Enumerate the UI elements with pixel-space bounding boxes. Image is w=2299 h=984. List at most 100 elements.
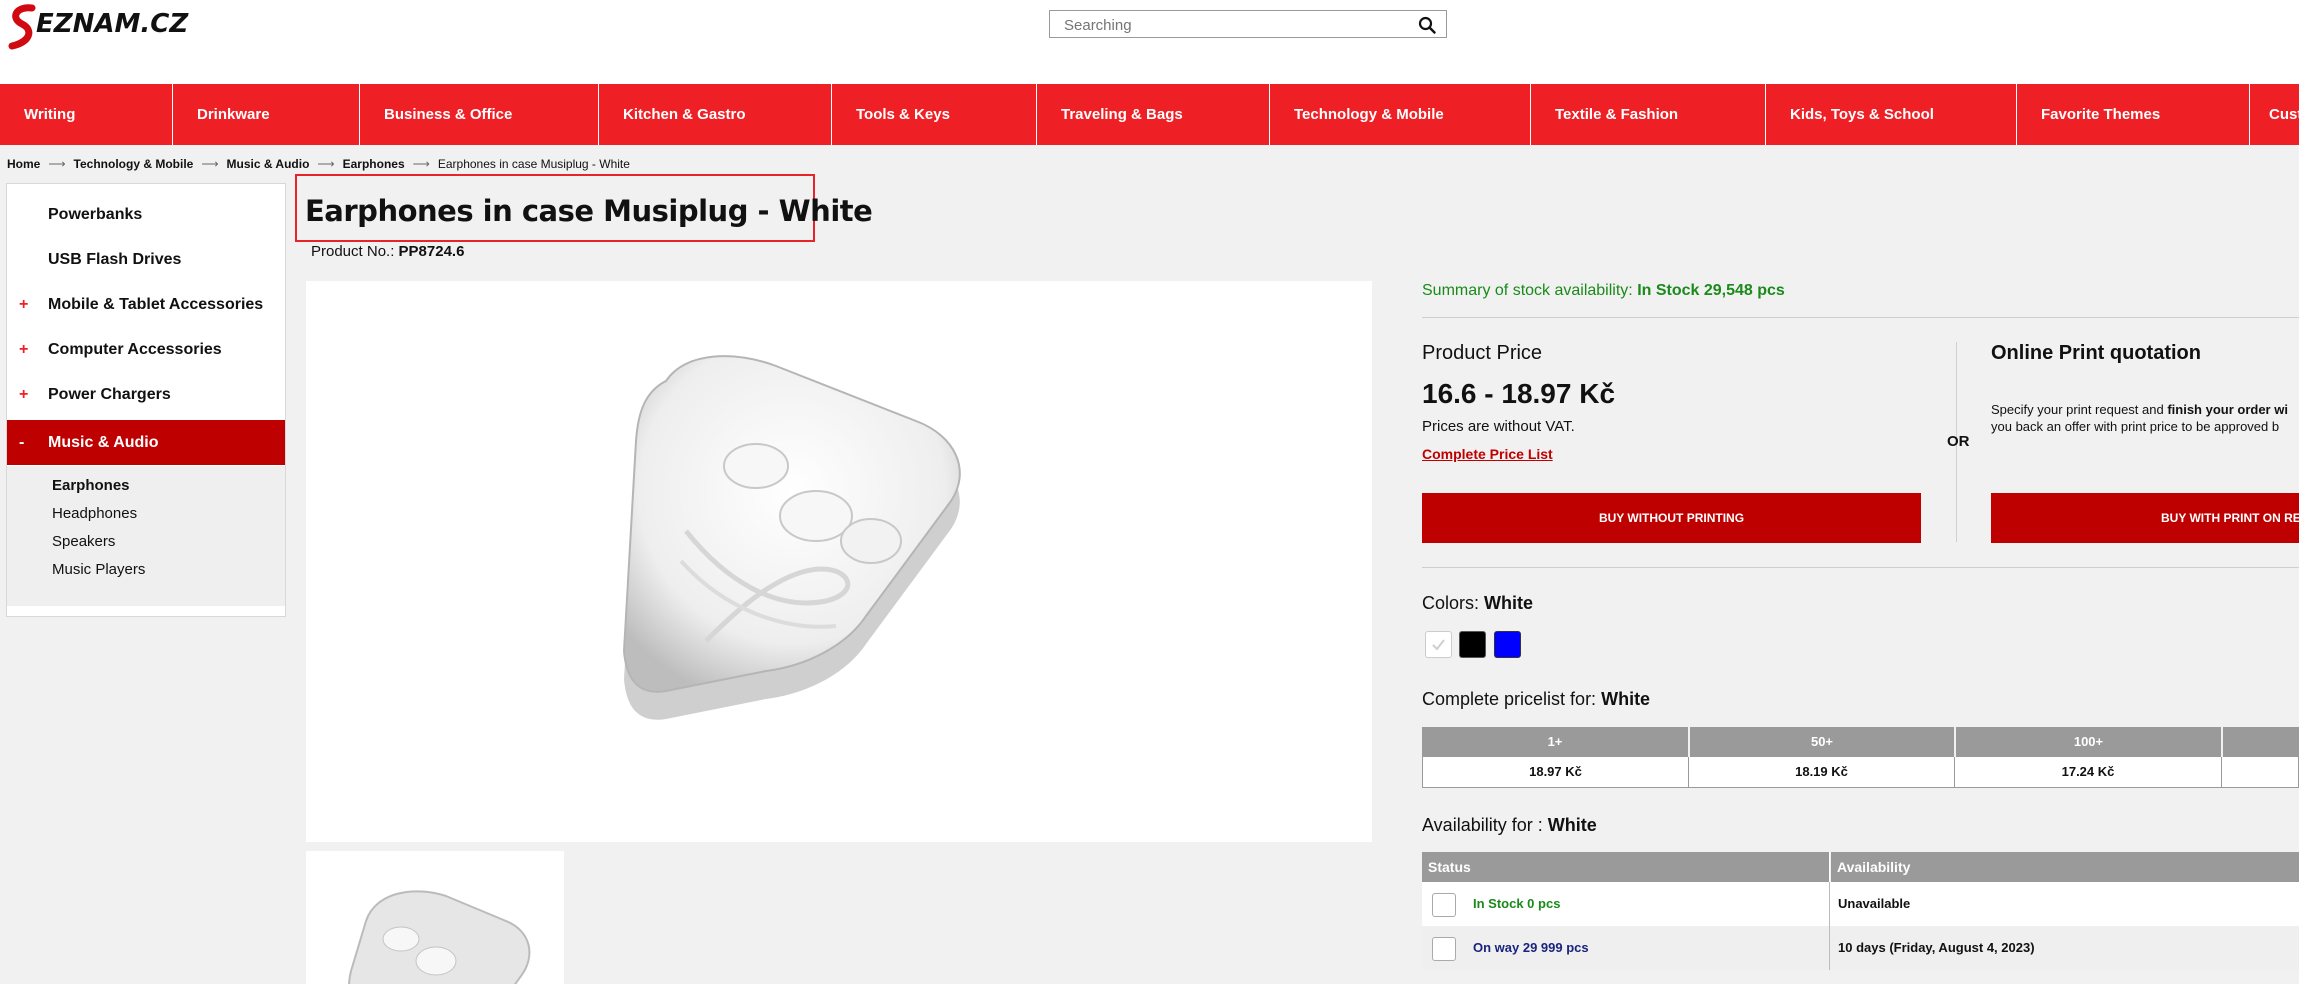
price-label: Product Price (1422, 342, 1543, 364)
color-swatch-white[interactable] (1425, 631, 1452, 658)
earphones-case-image (622, 355, 961, 720)
availability-label: Availability for : White (1422, 815, 1597, 836)
product-number-label: Product No.: (311, 243, 395, 260)
product-main-image[interactable] (306, 281, 1372, 842)
availability-status-cell: In Stock 0 pcs (1422, 882, 1830, 926)
category-sidebar: Powerbanks USB Flash Drives + Mobile & T… (6, 183, 286, 617)
check-icon (1432, 639, 1445, 651)
product-title: Earphones in case Musiplug - White (305, 194, 873, 228)
sidebar-item-power-chargers[interactable]: + Power Chargers (7, 372, 285, 417)
print-text-start: Specify your print request and (1991, 402, 2168, 417)
pricelist-label: Complete pricelist for: White (1422, 689, 1650, 710)
availability-header-status: Status (1422, 852, 1830, 882)
search-box (1049, 10, 1447, 38)
buy-with-print-button[interactable]: BUY WITH PRINT ON REQU (1991, 493, 2299, 543)
collapse-minus-icon[interactable]: - (19, 434, 39, 452)
seznam-logo[interactable]: EZNAM.CZ (6, 2, 238, 50)
availability-row: In Stock 0 pcs Unavailable (1422, 882, 2299, 926)
nav-item-textile-fashion[interactable]: Textile & Fashion (1531, 84, 1766, 145)
breadcrumb: Home ⟶ Technology & Mobile ⟶ Music & Aud… (7, 156, 630, 172)
nav-item-drinkware[interactable]: Drinkware (173, 84, 360, 145)
nav-item-kitchen-gastro[interactable]: Kitchen & Gastro (599, 84, 832, 145)
nav-item-writing[interactable]: Writing (0, 84, 173, 145)
subcategory-speakers[interactable]: Speakers (52, 533, 115, 550)
subcategory-earphones[interactable]: Earphones (52, 477, 130, 494)
nav-item-business-office[interactable]: Business & Office (360, 84, 599, 145)
sidebar-item-usb-flash-drives[interactable]: USB Flash Drives (7, 237, 285, 282)
breadcrumb-arrow-icon: ⟶ (412, 157, 430, 171)
colors-selected: White (1484, 593, 1534, 613)
stock-summary-value: In Stock 29,548 pcs (1637, 282, 1785, 299)
breadcrumb-arrow-icon: ⟶ (201, 157, 219, 171)
availability-color: White (1547, 815, 1597, 835)
price-table-header: 100+ (1956, 727, 2221, 757)
sidebar-item-computer-accessories[interactable]: + Computer Accessories (7, 327, 285, 372)
price-table: 1+ 50+ 100+ 18.97 Kč 18.19 Kč 17.24 Kč (1422, 727, 2299, 788)
sidebar-item-music-audio[interactable]: - Music & Audio (7, 420, 285, 465)
sidebar-item-label: Power Chargers (48, 385, 171, 403)
pricelist-label-text: Complete pricelist for: (1422, 689, 1597, 709)
sidebar-item-label: USB Flash Drives (48, 250, 182, 268)
complete-price-list-link[interactable]: Complete Price List (1422, 446, 1553, 462)
availability-status: In Stock 0 pcs (1473, 896, 1561, 911)
expand-plus-icon[interactable]: + (19, 386, 39, 404)
availability-value: 10 days (Friday, August 4, 2023) (1838, 940, 2035, 955)
subcategory-headphones[interactable]: Headphones (52, 505, 137, 522)
breadcrumb-home[interactable]: Home (7, 157, 40, 171)
colors-label-text: Colors: (1422, 593, 1480, 613)
product-number: Product No.: PP8724.6 (311, 243, 464, 260)
product-thumbnail[interactable] (306, 851, 564, 984)
nav-item-custom[interactable]: Cust (2250, 84, 2299, 145)
stock-summary-label: Summary of stock availability: (1422, 282, 1633, 299)
subcategory-music-players[interactable]: Music Players (52, 561, 145, 578)
color-swatch-black[interactable] (1459, 631, 1486, 658)
header: EZNAM.CZ (0, 0, 2299, 84)
sidebar-item-label: Music & Audio (48, 433, 159, 451)
sidebar-item-mobile-tablet-accessories[interactable]: + Mobile & Tablet Accessories (7, 282, 285, 327)
divider (1422, 317, 2299, 318)
print-quotation-text: Specify your print request and finish yo… (1991, 401, 2288, 435)
sidebar-item-powerbanks[interactable]: Powerbanks (7, 192, 285, 237)
vat-note: Prices are without VAT. (1422, 418, 1575, 435)
nav-item-traveling-bags[interactable]: Traveling & Bags (1037, 84, 1270, 145)
nav-item-tools-keys[interactable]: Tools & Keys (832, 84, 1037, 145)
print-text-bold: finish your order wi (2167, 402, 2288, 417)
availability-status-cell: On way 29 999 pcs (1422, 926, 1830, 970)
thumbnail-image (348, 890, 531, 984)
search-input[interactable] (1062, 15, 1406, 35)
breadcrumb-technology-mobile[interactable]: Technology & Mobile (74, 157, 194, 171)
or-label: OR (1947, 433, 1970, 450)
price-table-header: 50+ (1690, 727, 1954, 757)
price-table-cell: 18.19 Kč (1688, 757, 1955, 788)
price-table-cell: 17.24 Kč (1954, 757, 2222, 788)
nav-item-kids-toys-school[interactable]: Kids, Toys & School (1766, 84, 2017, 145)
row-checkbox[interactable] (1432, 937, 1456, 961)
color-swatch-blue[interactable] (1494, 631, 1521, 658)
availability-header-availability: Availability (1831, 852, 2299, 882)
breadcrumb-music-audio[interactable]: Music & Audio (227, 157, 310, 171)
nav-item-technology-mobile[interactable]: Technology & Mobile (1270, 84, 1531, 145)
nav-item-favorite-themes[interactable]: Favorite Themes (2017, 84, 2250, 145)
expand-plus-icon[interactable]: + (19, 296, 39, 314)
row-checkbox[interactable] (1432, 893, 1456, 917)
sidebar-item-label: Powerbanks (48, 205, 143, 223)
sidebar-item-label: Mobile & Tablet Accessories (48, 295, 264, 313)
buy-without-printing-button[interactable]: BUY WITHOUT PRINTING (1422, 493, 1921, 543)
price-table-cell: 18.97 Kč (1422, 757, 1689, 788)
expand-plus-icon[interactable]: + (19, 341, 39, 359)
search-icon[interactable] (1418, 16, 1436, 34)
availability-row: On way 29 999 pcs 10 days (Friday, Augus… (1422, 926, 2299, 970)
divider (1422, 567, 2299, 568)
breadcrumb-earphones[interactable]: Earphones (343, 157, 405, 171)
breadcrumb-arrow-icon: ⟶ (48, 157, 66, 171)
pricelist-color: White (1601, 689, 1651, 709)
product-number-value: PP8724.6 (398, 243, 465, 260)
price-table-header (2223, 727, 2299, 757)
print-text-line2: you back an offer with print price to be… (1991, 419, 2280, 434)
price-table-header: 1+ (1422, 727, 1688, 757)
availability-table: Status Availability In Stock 0 pcs Unava… (1422, 852, 2299, 984)
stock-summary: Summary of stock availability: In Stock … (1422, 282, 1785, 300)
sidebar-subcategories: Earphones Headphones Speakers Music Play… (7, 466, 285, 606)
availability-status: On way 29 999 pcs (1473, 940, 1589, 955)
availability-value: Unavailable (1838, 896, 1911, 911)
